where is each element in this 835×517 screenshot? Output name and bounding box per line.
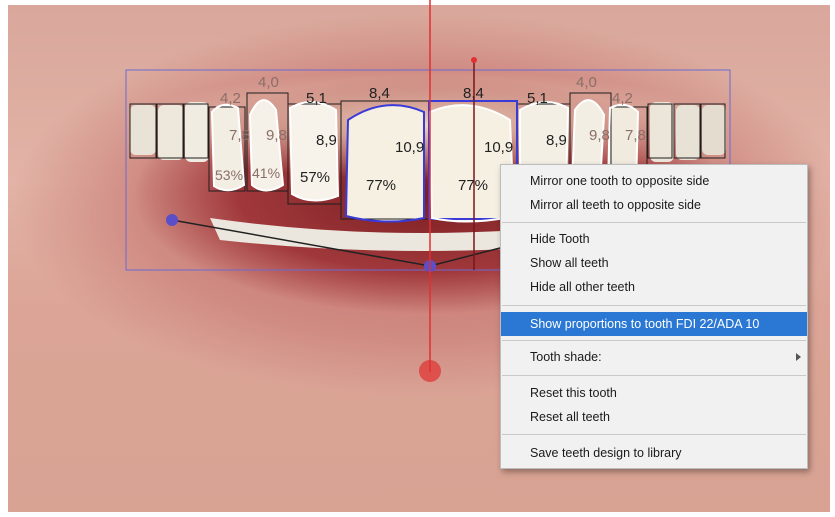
width-label: 4,0 — [258, 74, 279, 91]
height-label: 10,9 — [395, 139, 424, 156]
menu-separator — [502, 375, 806, 376]
smile-line-handle-left[interactable] — [166, 214, 178, 226]
tooth-17 — [130, 105, 156, 155]
menu-item-hide-other-teeth[interactable]: Hide all other teeth — [501, 275, 807, 299]
tooth-axis-handle[interactable] — [471, 57, 477, 63]
menu-item-mirror-all[interactable]: Mirror all teeth to opposite side — [501, 193, 807, 217]
midline-handle[interactable] — [419, 360, 441, 382]
height-label: 9,8 — [266, 127, 287, 144]
menu-item-save-design[interactable]: Save teeth design to library — [501, 441, 807, 465]
height-label: 7,8 — [229, 127, 250, 144]
height-label: 9,8 — [589, 127, 610, 144]
submenu-arrow-icon — [796, 353, 801, 361]
menu-separator — [502, 305, 806, 306]
menu-item-show-proportions[interactable]: Show proportions to tooth FDI 22/ADA 10 — [501, 312, 807, 336]
height-label: 10,9 — [484, 139, 513, 156]
tooth-11[interactable] — [346, 105, 424, 222]
menu-item-mirror-one[interactable]: Mirror one tooth to opposite side — [501, 169, 807, 193]
tooth-shade-label: Tooth shade: — [530, 350, 602, 364]
menu-item-tooth-shade[interactable]: Tooth shade: — [501, 345, 807, 369]
width-label: 5,1 — [527, 90, 548, 107]
menu-item-hide-tooth[interactable]: Hide Tooth — [501, 227, 807, 251]
context-menu: Mirror one tooth to opposite side Mirror… — [500, 164, 808, 469]
tooth-16 — [158, 105, 184, 160]
height-label: 8,9 — [316, 132, 337, 149]
proportion-label: 77% — [458, 177, 488, 194]
height-label: 8,9 — [546, 132, 567, 149]
menu-item-reset-all-teeth[interactable]: Reset all teeth — [501, 405, 807, 429]
proportion-label: 77% — [366, 177, 396, 194]
menu-separator — [502, 340, 806, 341]
width-label: 8,4 — [463, 85, 484, 102]
menu-item-show-all-teeth[interactable]: Show all teeth — [501, 251, 807, 275]
width-label: 8,4 — [369, 85, 390, 102]
width-label: 5,1 — [306, 90, 327, 107]
tooth-15 — [185, 102, 209, 162]
tooth-25 — [650, 102, 674, 162]
tooth-27 — [702, 105, 726, 155]
width-label: 4,2 — [220, 90, 241, 107]
width-label: 4,0 — [576, 74, 597, 91]
menu-separator — [502, 434, 806, 435]
menu-separator — [502, 222, 806, 223]
proportion-label: 57% — [300, 169, 330, 186]
proportion-label: 41% — [252, 165, 280, 181]
tooth-26 — [676, 105, 700, 160]
width-label: 4,2 — [612, 90, 633, 107]
height-label: 7,8 — [625, 127, 646, 144]
proportion-label: 53% — [215, 167, 243, 183]
menu-item-reset-tooth[interactable]: Reset this tooth — [501, 381, 807, 405]
